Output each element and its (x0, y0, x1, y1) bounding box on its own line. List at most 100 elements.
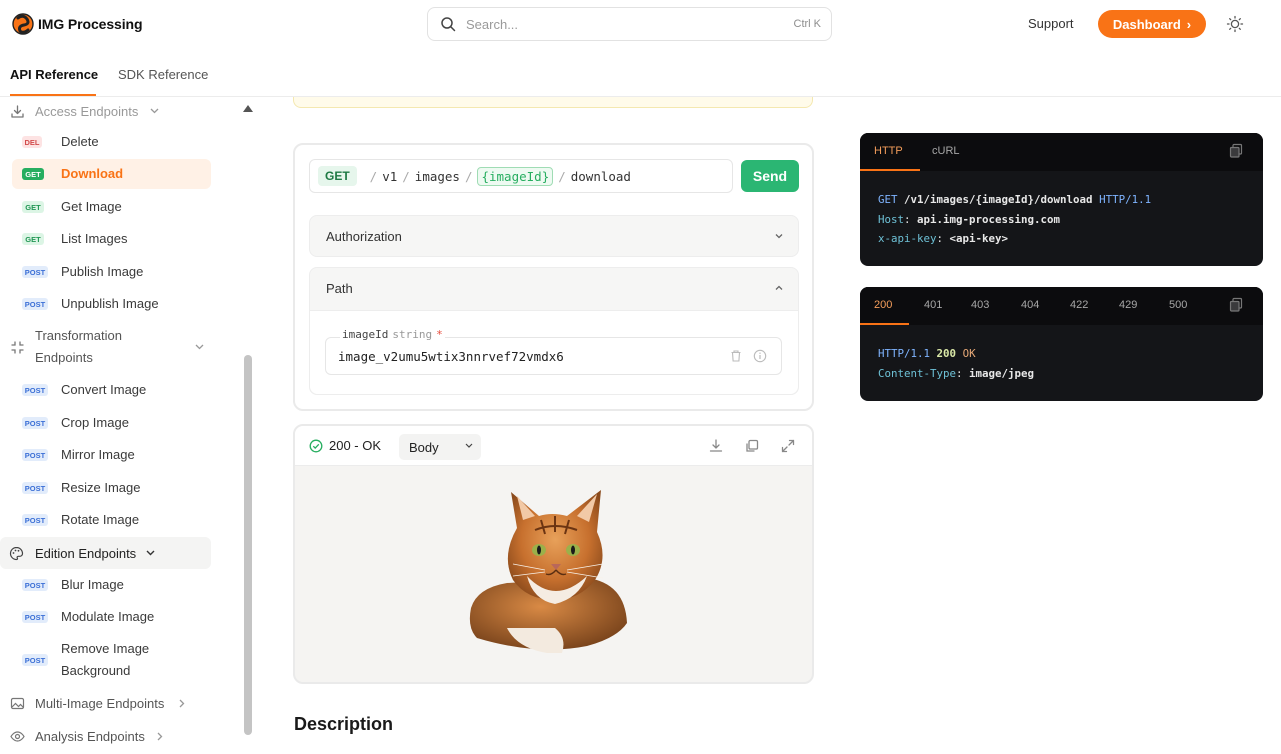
notice-box (293, 97, 813, 108)
sidebar-group-label: Transformation Endpoints (35, 328, 122, 365)
code-tab-http[interactable]: HTTP (874, 145, 903, 157)
chevron-down-icon (465, 443, 473, 448)
sidebar-item-label: Rotate Image (61, 512, 140, 527)
sun-icon[interactable] (1226, 15, 1244, 33)
brand[interactable]: IMG Processing (12, 12, 143, 36)
active-code-tab-indicator (860, 323, 909, 325)
sidebar-item-label: Delete (61, 134, 99, 149)
sidebar-item-label: Remove Image Background (61, 641, 150, 678)
sidebar-item-label: Convert Image (61, 382, 147, 397)
method-badge: POST (22, 449, 48, 461)
active-code-tab-indicator (860, 169, 920, 171)
sidebar-group-multi-image[interactable]: Multi-Image Endpoints (0, 692, 230, 714)
path-accordion: Path image_v2umu5wtix3nnrvef72vmdx6 imag… (309, 267, 799, 395)
code-tab-429[interactable]: 429 (1119, 299, 1137, 311)
method-badge: GET (22, 233, 44, 245)
path-segment: images (414, 168, 460, 184)
response-card: 200 - OK Body (293, 424, 814, 684)
sidebar-item-label: Get Image (61, 199, 122, 214)
sidebar-item-get-image[interactable]: GET Get Image (12, 192, 211, 222)
path-param-pill[interactable]: {imageId} (477, 166, 554, 186)
code-tab-422[interactable]: 422 (1070, 299, 1088, 311)
code-tab-500[interactable]: 500 (1169, 299, 1187, 311)
accordion-title[interactable]: Path (326, 281, 353, 296)
chevron-down-icon (146, 550, 155, 556)
request-code-panel: HTTP cURL GET /v1/images/{imageId}/downl… (860, 133, 1263, 266)
scroll-up-arrow[interactable] (243, 105, 253, 112)
send-button[interactable]: Send (741, 160, 799, 192)
sidebar-group-analysis[interactable]: Analysis Endpoints (0, 725, 230, 747)
sidebar-group-label: Analysis Endpoints (35, 728, 145, 744)
tab-sdk-reference[interactable]: SDK Reference (118, 67, 208, 82)
info-icon[interactable] (753, 349, 767, 363)
imageid-label: imageId string * (340, 328, 445, 341)
response-code-block: HTTP/1.1 200 OK Content-Type: image/jpeg (878, 347, 1035, 380)
sidebar-group-access[interactable]: Access Endpoints (0, 100, 230, 122)
sidebar-item-label: Crop Image (61, 415, 129, 430)
sidebar-item-crop-image[interactable]: POST Crop Image (12, 408, 211, 438)
code-tab-404[interactable]: 404 (1021, 299, 1039, 311)
dashboard-button[interactable]: Dashboard › (1098, 10, 1206, 38)
sidebar-group-label: Access Endpoints (35, 103, 139, 119)
response-header: 200 - OK Body (295, 426, 812, 466)
method-badge: POST (22, 611, 48, 623)
sidebar-item-convert-image[interactable]: POST Convert Image (12, 375, 211, 405)
sidebar-item-unpublish-image[interactable]: POST Unpublish Image (12, 289, 211, 319)
top-header: IMG Processing Search... Ctrl K Support … (0, 0, 1281, 54)
code-tab-200[interactable]: 200 (874, 299, 892, 311)
sidebar-item-modulate-image[interactable]: POST Modulate Image (12, 602, 211, 632)
download-tray-icon (11, 104, 24, 118)
sidebar-item-rotate-image[interactable]: POST Rotate Image (12, 505, 211, 535)
method-badge: POST (22, 266, 48, 278)
chevron-down-icon (775, 234, 783, 239)
method-badge: POST (22, 384, 48, 396)
search-icon (441, 17, 456, 32)
reference-tabs: API Reference SDK Reference (0, 54, 1281, 97)
response-code-panel: 200 401 403 404 422 429 500 HTTP/1.1 200… (860, 287, 1263, 401)
request-method[interactable]: GET (318, 166, 357, 186)
tab-api-reference[interactable]: API Reference (10, 67, 98, 82)
code-tab-curl[interactable]: cURL (932, 145, 960, 157)
sidebar-item-delete[interactable]: DEL Delete (12, 127, 211, 157)
sidebar-item-resize-image[interactable]: POST Resize Image (12, 473, 211, 503)
code-tab-401[interactable]: 401 (924, 299, 942, 311)
sidebar-item-label: Modulate Image (61, 609, 155, 624)
trash-icon[interactable] (729, 349, 743, 363)
sidebar: Access Endpoints DEL Delete GET Download… (0, 97, 260, 754)
sidebar-item-mirror-image[interactable]: POST Mirror Image (12, 440, 211, 470)
sidebar-scrollbar[interactable] (244, 355, 252, 735)
download-icon[interactable] (708, 438, 724, 454)
palette-icon (9, 546, 24, 560)
brand-logo-icon (12, 13, 34, 35)
method-badge: POST (22, 579, 48, 591)
sidebar-item-label: Resize Image (61, 480, 141, 495)
sidebar-item-label: Publish Image (61, 264, 144, 279)
sidebar-group-label: Multi-Image Endpoints (35, 695, 165, 711)
search-input[interactable]: Search... Ctrl K (427, 7, 832, 41)
sidebar-item-publish-image[interactable]: POST Publish Image (12, 257, 211, 287)
method-badge: POST (22, 482, 48, 494)
support-link[interactable]: Support (1028, 16, 1074, 31)
body-select[interactable]: Body (399, 434, 481, 460)
expand-icon[interactable] (780, 438, 796, 454)
sidebar-item-remove-image-background[interactable]: POST Remove Image Background (12, 638, 211, 682)
sidebar-item-download[interactable]: GET Download (12, 159, 211, 189)
chevron-down-icon (195, 344, 204, 350)
sidebar-item-label: Download (61, 166, 124, 181)
chevron-up-icon[interactable] (774, 283, 784, 293)
imageid-field[interactable]: image_v2umu5wtix3nnrvef72vmdx6 (325, 337, 782, 375)
copy-icon[interactable] (1229, 143, 1243, 159)
code-tab-403[interactable]: 403 (971, 299, 989, 311)
sidebar-group-transformation[interactable]: Transformation Endpoints (0, 325, 230, 369)
dashboard-label: Dashboard (1112, 16, 1181, 32)
authorization-accordion[interactable]: Authorization (309, 215, 799, 257)
copy-icon[interactable] (1229, 297, 1243, 313)
sidebar-item-blur-image[interactable]: POST Blur Image (12, 570, 211, 600)
sidebar-item-list-images[interactable]: GET List Images (12, 224, 211, 254)
sidebar-group-edition[interactable]: Edition Endpoints (0, 537, 211, 569)
status-text: 200 - OK (329, 438, 382, 453)
response-image-cat (469, 490, 627, 653)
copy-icon[interactable] (744, 438, 760, 454)
method-badge: DEL (22, 136, 42, 148)
check-circle-icon (309, 439, 323, 452)
